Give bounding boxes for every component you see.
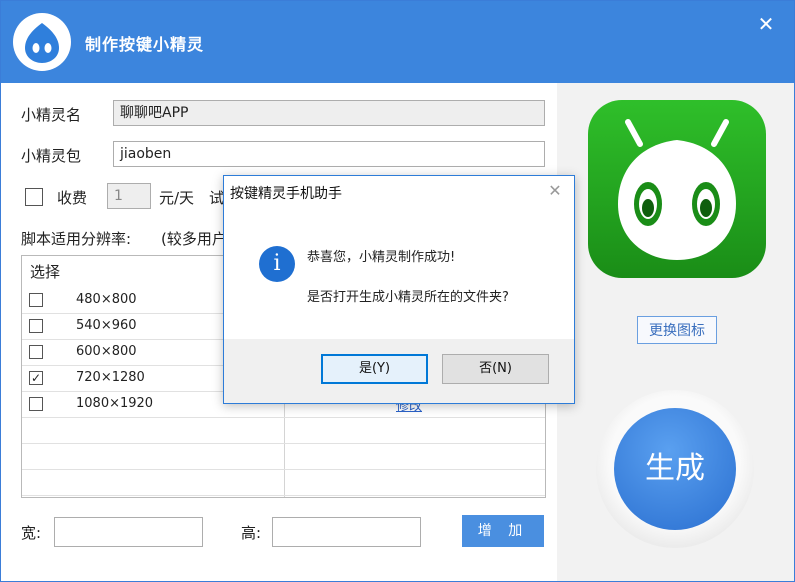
resolution-value: 600×800 <box>76 344 137 359</box>
icon-panel: 更换图标 生成 <box>557 83 794 581</box>
robot-app-icon <box>588 100 766 278</box>
row-checkbox[interactable] <box>29 345 43 359</box>
width-input[interactable] <box>54 517 203 547</box>
resolution-value: 480×800 <box>76 292 137 307</box>
fee-trailing-text: 试 <box>209 189 225 207</box>
row-checkbox-checked[interactable]: ✓ <box>29 371 43 385</box>
table-row-empty <box>22 469 545 496</box>
info-icon: i <box>259 246 295 282</box>
generate-button[interactable]: 生成 <box>614 408 736 530</box>
table-row-empty <box>22 417 545 444</box>
no-button[interactable]: 否(N) <box>442 354 549 384</box>
resolution-value: 720×1280 <box>76 370 145 385</box>
resolution-value: 1080×1920 <box>76 396 154 411</box>
row-checkbox[interactable] <box>29 319 43 333</box>
height-label: 高: <box>241 524 262 542</box>
success-dialog: 按键精灵手机助手 ✕ i 恭喜您，小精灵制作成功! 是否打开生成小精灵所在的文件… <box>223 175 575 404</box>
row-checkbox[interactable] <box>29 397 43 411</box>
fee-checkbox[interactable] <box>25 188 43 206</box>
yes-button[interactable]: 是(Y) <box>321 354 428 384</box>
width-label: 宽: <box>21 524 42 542</box>
dialog-footer: 是(Y) 否(N) <box>224 339 574 403</box>
close-icon[interactable]: ✕ <box>753 11 779 37</box>
select-column-header: 选择 <box>30 263 61 281</box>
table-row-empty <box>22 443 545 470</box>
fee-unit: 元/天 <box>159 189 195 207</box>
package-field[interactable]: jiaoben <box>113 141 545 167</box>
main-window: 制作按键小精灵 ✕ 小精灵名 聊聊吧APP 小精灵包 jiaoben 收费 1 … <box>0 0 795 582</box>
title-bar: 制作按键小精灵 ✕ <box>1 1 794 83</box>
height-input[interactable] <box>272 517 421 547</box>
change-icon-button[interactable]: 更换图标 <box>637 316 717 344</box>
dialog-title: 按键精灵手机助手 <box>230 186 342 202</box>
name-field[interactable]: 聊聊吧APP <box>113 100 545 126</box>
add-button[interactable]: 增 加 <box>462 515 544 547</box>
dialog-message-question: 是否打开生成小精灵所在的文件夹? <box>307 290 509 305</box>
fee-label: 收费 <box>57 189 88 207</box>
row-checkbox[interactable] <box>29 293 43 307</box>
resolution-value: 540×960 <box>76 318 137 333</box>
resolution-label: 脚本适用分辨率: <box>21 230 132 248</box>
package-label: 小精灵包 <box>21 147 82 165</box>
fee-amount-field[interactable]: 1 <box>107 183 151 209</box>
app-logo-icon <box>13 13 71 71</box>
dialog-close-icon[interactable]: ✕ <box>544 180 566 202</box>
name-label: 小精灵名 <box>21 106 82 124</box>
window-title: 制作按键小精灵 <box>85 35 205 54</box>
dialog-message-success: 恭喜您，小精灵制作成功! <box>307 250 456 265</box>
resolution-hint: (较多用户 <box>161 230 227 248</box>
